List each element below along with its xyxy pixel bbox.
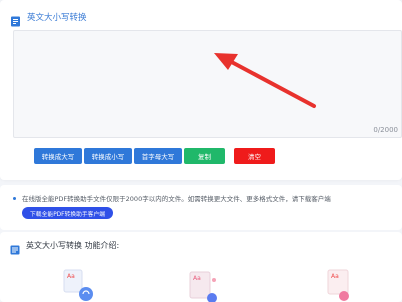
limit-notice-text: 在线版全能PDF转换助手文件仅限于2000字以内的文件。如需转换更大文件、更多格… [22,195,331,203]
convert-illustration-icon: Aa [63,269,93,301]
converter-card: 英文大小写转换 0/2000 转换成大写 转换成小写 首字母大写 复制 清空 [0,0,402,180]
svg-text:Aa: Aa [331,273,339,280]
limit-notice: 在线版全能PDF转换助手文件仅限于2000字以内的文件。如需转换更大文件、更多格… [13,193,331,203]
svg-text:Aa: Aa [193,275,201,282]
to-uppercase-button[interactable]: 转换成大写 [34,148,82,164]
to-lowercase-button[interactable]: 转换成小写 [84,148,132,164]
download-client-button[interactable]: 下载全能PDF转换助手客户端 [22,207,114,219]
tool-header: 英文大小写转换 [10,9,87,26]
bullet-icon [13,196,16,200]
list-icon [10,240,20,255]
text-input-area[interactable]: 0/2000 [13,30,402,138]
copy-button[interactable]: 复制 [184,148,225,164]
clear-button[interactable]: 清空 [234,148,275,164]
document-illustration-icon: Aa [189,271,217,302]
tool-title: 英文大小写转换 [27,13,87,23]
capitalize-button[interactable]: 首字母大写 [134,148,182,164]
char-counter: 0/2000 [373,126,398,134]
arrow-icon [214,53,316,108]
intro-title: 英文大小写转换 功能介绍: [26,240,120,250]
text-illustration-icon: Aa [327,269,349,301]
intro-header: 英文大小写转换 功能介绍: [10,238,120,255]
document-icon [10,12,21,26]
svg-text:Aa: Aa [67,273,75,280]
